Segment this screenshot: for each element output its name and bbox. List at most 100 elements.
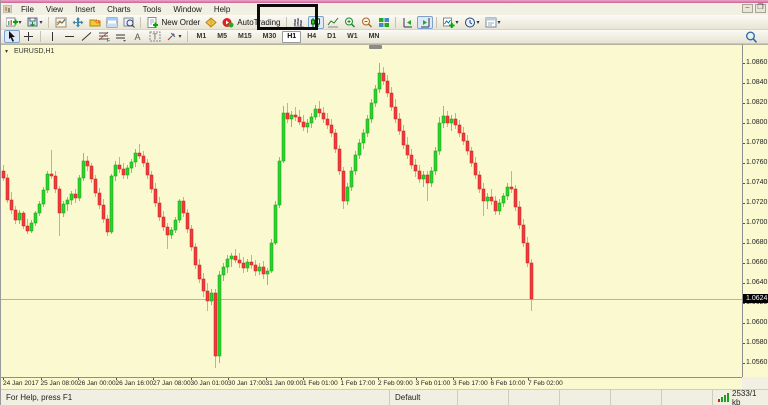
zoom-out-button[interactable] — [359, 16, 375, 29]
arrow-objects-button[interactable]: ▾ — [164, 30, 184, 43]
chart-shift-button[interactable] — [417, 16, 433, 29]
chart-shift-icon — [419, 17, 431, 28]
time-axis[interactable]: 24 Jan 201725 Jan 08:0026 Jan 00:0026 Ja… — [1, 377, 742, 389]
candlestick-chart[interactable] — [1, 45, 742, 378]
menu-help[interactable]: Help — [208, 4, 236, 15]
chart-scrollbar-thumb[interactable] — [369, 45, 382, 49]
text-label-icon: T — [149, 31, 161, 42]
timeframe-mn[interactable]: MN — [364, 31, 385, 43]
tile-windows-icon — [378, 17, 390, 28]
timeframe-m15[interactable]: M15 — [233, 31, 257, 43]
periods-button[interactable]: ▾ — [462, 16, 482, 29]
new-order-button[interactable]: New Order — [145, 16, 203, 29]
timeframe-d1[interactable]: D1 — [322, 31, 341, 43]
chevron-down-icon: ▾ — [498, 19, 501, 26]
bid-price-label: 1.0624 — [743, 294, 768, 303]
menu-file[interactable]: File — [15, 4, 40, 15]
timeframe-w1[interactable]: W1 — [342, 31, 363, 43]
menu-tools[interactable]: Tools — [137, 4, 168, 15]
status-connection[interactable]: 2533/1 kb — [712, 390, 768, 405]
vertical-line-button[interactable] — [45, 30, 61, 43]
navigator-button[interactable] — [87, 16, 103, 29]
time-tick-label: 31 Jan 09:00 — [266, 380, 304, 387]
price-tick-label: 1.0780 — [746, 139, 767, 146]
market-watch-icon — [55, 17, 67, 28]
price-tick-label: 1.0800 — [746, 119, 767, 126]
indicators-button[interactable]: ▾ — [441, 16, 461, 29]
timeframe-h4[interactable]: H4 — [302, 31, 321, 43]
time-tick-label: 26 Jan 16:00 — [116, 380, 154, 387]
strategy-tester-icon — [123, 17, 135, 28]
channel-button[interactable] — [113, 30, 129, 43]
data-window-icon — [72, 17, 84, 28]
autotrading-button[interactable]: AutoTrading — [220, 16, 282, 29]
price-axis[interactable]: 1.0624 1.08601.08401.08201.08001.07801.0… — [742, 44, 768, 377]
toolbar-separator — [286, 17, 287, 28]
chart-symbol-label: EURUSD,H1 — [14, 48, 54, 55]
zoom-in-button[interactable] — [342, 16, 358, 29]
app-logo-icon — [3, 5, 12, 13]
time-tick-label: 30 Jan 01:00 — [191, 380, 229, 387]
chart-plot-area[interactable]: ▾ EURUSD,H1 — [1, 44, 742, 377]
timeframe-m1[interactable]: M1 — [192, 31, 212, 43]
menu-window[interactable]: Window — [167, 4, 207, 15]
menu-bar: FileViewInsertChartsToolsWindowHelp – ❐ — [1, 3, 768, 15]
horizontal-line-button[interactable] — [62, 30, 78, 43]
cursor-button[interactable] — [4, 30, 20, 43]
chevron-down-icon: ▾ — [179, 33, 182, 40]
menu-view[interactable]: View — [40, 4, 69, 15]
line-chart-button[interactable] — [325, 16, 341, 29]
candle-chart-button[interactable] — [308, 16, 324, 29]
status-profile[interactable]: Default — [389, 390, 457, 405]
menu-items: FileViewInsertChartsToolsWindowHelp — [15, 4, 236, 15]
data-window-button[interactable] — [70, 16, 86, 29]
bar-chart-button[interactable] — [291, 16, 307, 29]
restore-button[interactable]: ❐ — [755, 4, 766, 13]
price-tick-label: 1.0640 — [746, 279, 767, 286]
profiles-button[interactable]: ▾ — [25, 16, 45, 29]
new-order-icon — [147, 17, 159, 28]
auto-scroll-button[interactable] — [400, 16, 416, 29]
new-chart-button[interactable]: ▾ — [4, 16, 24, 29]
magnifier-minus-icon — [361, 17, 373, 28]
terminal-icon — [106, 17, 118, 28]
menu-insert[interactable]: Insert — [69, 4, 101, 15]
text-label-button[interactable]: T — [147, 30, 163, 43]
equidistant-channel-icon — [115, 31, 127, 42]
minimize-button[interactable]: – — [742, 4, 753, 13]
metaeditor-button[interactable] — [203, 16, 219, 29]
terminal-button[interactable] — [104, 16, 120, 29]
window-controls: – ❐ — [742, 4, 766, 13]
text-button[interactable]: A — [130, 30, 146, 43]
market-watch-button[interactable] — [53, 16, 69, 29]
trendline-button[interactable] — [79, 30, 95, 43]
line-studies-toolbar: F A T ▾ M1M5M15M30H1H4D1W1MN — [1, 30, 768, 44]
menu-charts[interactable]: Charts — [101, 4, 137, 15]
price-tick-label: 1.0760 — [746, 159, 767, 166]
price-tick-label: 1.0680 — [746, 239, 767, 246]
auto-scroll-icon — [402, 17, 414, 28]
autotrading-label: AutoTrading — [237, 18, 280, 27]
standard-toolbar: ▾ ▾ New Order AutoT — [1, 15, 768, 30]
price-tick-label: 1.0860 — [746, 59, 767, 66]
symbol-caret-icon: ▾ — [5, 48, 8, 55]
status-cell-empty — [559, 390, 610, 405]
time-tick-label: 1 Feb 17:00 — [341, 380, 376, 387]
crosshair-button[interactable] — [21, 30, 37, 43]
templates-button[interactable]: ▾ — [483, 16, 503, 29]
chart-plus-icon — [6, 17, 18, 28]
trendline-icon — [81, 31, 92, 42]
chevron-down-icon: ▾ — [19, 19, 22, 26]
candlesticks-icon — [310, 17, 322, 28]
timeframe-h1[interactable]: H1 — [282, 31, 301, 43]
toolbar-separator — [140, 17, 141, 28]
timeframe-m30[interactable]: M30 — [258, 31, 282, 43]
cursor-icon — [7, 31, 17, 42]
search-icon[interactable] — [745, 31, 758, 44]
tile-windows-button[interactable] — [376, 16, 392, 29]
fibonacci-button[interactable]: F — [96, 30, 112, 43]
toolbar-separator — [436, 17, 437, 28]
timeframe-m5[interactable]: M5 — [212, 31, 232, 43]
strategy-tester-button[interactable] — [121, 16, 137, 29]
chevron-down-icon: ▾ — [477, 19, 480, 26]
